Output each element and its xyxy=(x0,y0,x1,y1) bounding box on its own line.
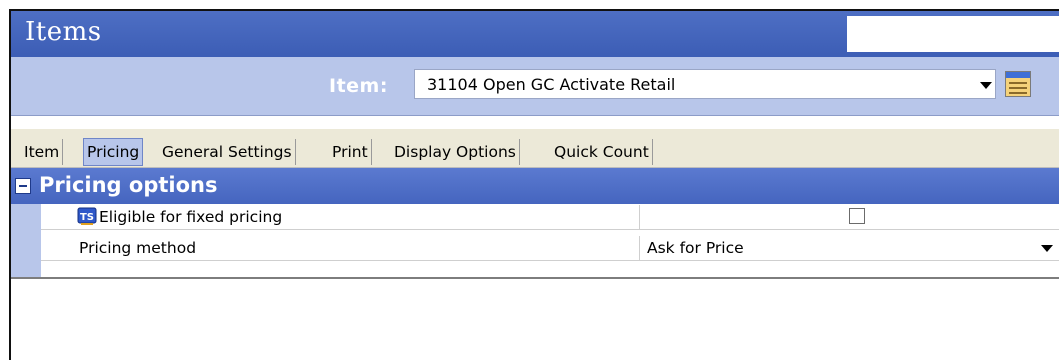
pricing-method-value[interactable]: Ask for Price xyxy=(647,239,744,257)
item-dropdown[interactable]: 31104 Open GC Activate Retail xyxy=(414,69,996,99)
property-row-pricing-method[interactable]: Pricing method Ask for Price xyxy=(41,236,1059,261)
chevron-down-icon[interactable] xyxy=(1041,245,1053,252)
ts-icon: TS xyxy=(77,207,97,225)
chevron-down-icon[interactable] xyxy=(980,82,992,89)
tab-print[interactable]: Print xyxy=(329,139,372,165)
tab-quick-count[interactable]: Quick Count xyxy=(551,139,653,165)
column-divider xyxy=(639,236,640,260)
category-header: Pricing options xyxy=(11,168,1059,204)
grid-gutter xyxy=(11,204,41,278)
grid-bottom-border xyxy=(11,277,1059,279)
tab-general-settings[interactable]: General Settings xyxy=(159,139,296,165)
property-label: Eligible for fixed pricing xyxy=(99,208,283,226)
collapse-icon[interactable] xyxy=(15,178,31,194)
property-label: Pricing method xyxy=(79,239,197,257)
property-row-eligible-fixed-pricing[interactable]: TS Eligible for fixed pricing xyxy=(41,205,1059,230)
tab-display-options[interactable]: Display Options xyxy=(391,139,520,165)
category-title: Pricing options xyxy=(39,173,218,197)
svg-text:TS: TS xyxy=(80,212,94,223)
tab-strip: Item Pricing General Settings Print Disp… xyxy=(11,129,1059,168)
item-list-icon[interactable] xyxy=(1005,71,1031,97)
item-selector-bar: Item: 31104 Open GC Activate Retail xyxy=(11,57,1059,116)
title-bar: Items xyxy=(11,11,1059,57)
items-window: Items Item: 31104 Open GC Activate Retai… xyxy=(9,9,1059,360)
tab-pricing[interactable]: Pricing xyxy=(83,138,144,166)
tab-item[interactable]: Item xyxy=(21,139,64,165)
item-dropdown-value: 31104 Open GC Activate Retail xyxy=(427,75,676,94)
window-title: Items xyxy=(25,17,102,47)
item-label: Item: xyxy=(329,75,388,97)
column-divider xyxy=(639,205,640,229)
property-grid: Pricing options TS Eligible for fixed pr… xyxy=(11,168,1059,279)
eligible-fixed-pricing-checkbox[interactable] xyxy=(849,208,865,224)
title-search-box[interactable] xyxy=(847,16,1059,52)
